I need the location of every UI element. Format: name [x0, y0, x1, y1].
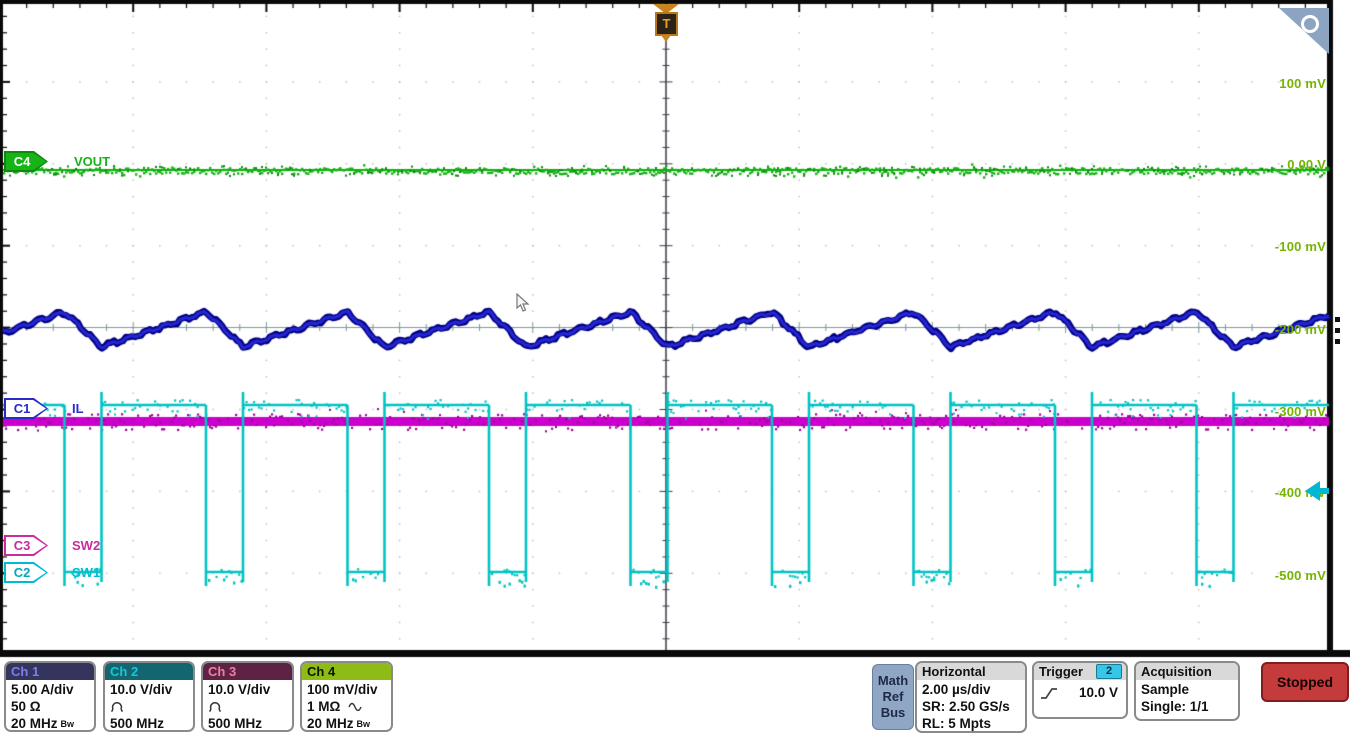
trace-label-vout: VOUT [74, 154, 110, 169]
acquisition-mode: Sample [1141, 681, 1233, 698]
ch4-scale: 100 mV/div [307, 681, 386, 698]
ac-coupling-icon [348, 702, 362, 711]
trace-label-il: IL [72, 401, 84, 416]
ch2-probe-icon [110, 698, 188, 715]
trigger-source-chip: 2 [1096, 664, 1122, 679]
ch3-bandwidth: 500 MHz [208, 715, 287, 732]
horizontal-scale: 2.00 µs/div [922, 681, 1020, 698]
ref-label: Ref [873, 689, 913, 705]
waveform-canvas [0, 0, 1350, 658]
bw-limit-icon: Bw [61, 719, 75, 729]
bw-limit-icon: Bw [357, 719, 371, 729]
horizontal-title: Horizontal [917, 663, 1025, 680]
trigger-title: Trigger [1039, 663, 1083, 680]
axis-label: -200 mV [1236, 322, 1326, 337]
ch2-bandwidth: 500 MHz [110, 715, 188, 732]
axis-label: -500 mV [1236, 568, 1326, 583]
trigger-marker[interactable]: T [655, 12, 678, 36]
ch3-scale: 10.0 V/div [208, 681, 287, 698]
ch4-badge[interactable]: Ch 4 100 mV/div 1 MΩ 20 MHzBw [300, 661, 393, 732]
acquisition-badge[interactable]: Acquisition Sample Single: 1/1 [1134, 661, 1240, 721]
acquisition-count: Single: 1/1 [1141, 698, 1233, 715]
ch2-title: Ch 2 [105, 663, 193, 680]
ch1-scale: 5.00 A/div [11, 681, 89, 698]
magnifier-icon [1301, 15, 1319, 33]
horizontal-sample-rate: SR: 2.50 GS/s [922, 698, 1020, 715]
ch2-scale: 10.0 V/div [110, 681, 188, 698]
run-stop-indicator[interactable]: Stopped [1261, 662, 1349, 702]
trace-label-sw1: SW1 [72, 565, 100, 580]
ch1-termination: 50 Ω [11, 698, 89, 715]
oscilloscope-screen: T 100 mV 0.00 V -100 mV -200 mV -300 mV … [0, 0, 1350, 737]
ch2-level-arrow-icon[interactable] [1305, 481, 1329, 501]
math-ref-bus-button[interactable]: Math Ref Bus [872, 664, 914, 730]
axis-label: -300 mV [1236, 404, 1326, 419]
trace-label-sw2: SW2 [72, 538, 100, 553]
trigger-level: 10.0 V [1079, 684, 1118, 701]
ch1-title: Ch 1 [6, 663, 94, 680]
more-handle-icon[interactable] [1335, 317, 1341, 350]
axis-label: -100 mV [1236, 239, 1326, 254]
mouse-cursor [516, 293, 531, 313]
acquisition-title: Acquisition [1136, 663, 1238, 680]
axis-label: 0.00 V [1236, 157, 1326, 172]
ch3-badge[interactable]: Ch 3 10.0 V/div 500 MHz [201, 661, 294, 732]
horizontal-record-length: RL: 5 Mpts [922, 715, 1020, 732]
axis-label: 100 mV [1236, 76, 1326, 91]
bus-label: Bus [873, 705, 913, 721]
ch1-bandwidth: 20 MHzBw [11, 715, 89, 732]
ch4-title: Ch 4 [302, 663, 391, 680]
ch4-bandwidth: 20 MHzBw [307, 715, 386, 732]
ch3-title: Ch 3 [203, 663, 292, 680]
horizontal-badge[interactable]: Horizontal 2.00 µs/div SR: 2.50 GS/s RL:… [915, 661, 1027, 733]
rising-edge-icon [1040, 686, 1058, 700]
ch1-badge[interactable]: Ch 1 5.00 A/div 50 Ω 20 MHzBw [4, 661, 96, 732]
ch3-probe-icon [208, 698, 287, 715]
ch2-badge[interactable]: Ch 2 10.0 V/div 500 MHz [103, 661, 195, 732]
trigger-marker-arrow-icon [661, 35, 671, 42]
trigger-badge[interactable]: Trigger 2 10.0 V [1032, 661, 1128, 719]
ch4-termination: 1 MΩ [307, 698, 386, 715]
math-label: Math [873, 673, 913, 689]
